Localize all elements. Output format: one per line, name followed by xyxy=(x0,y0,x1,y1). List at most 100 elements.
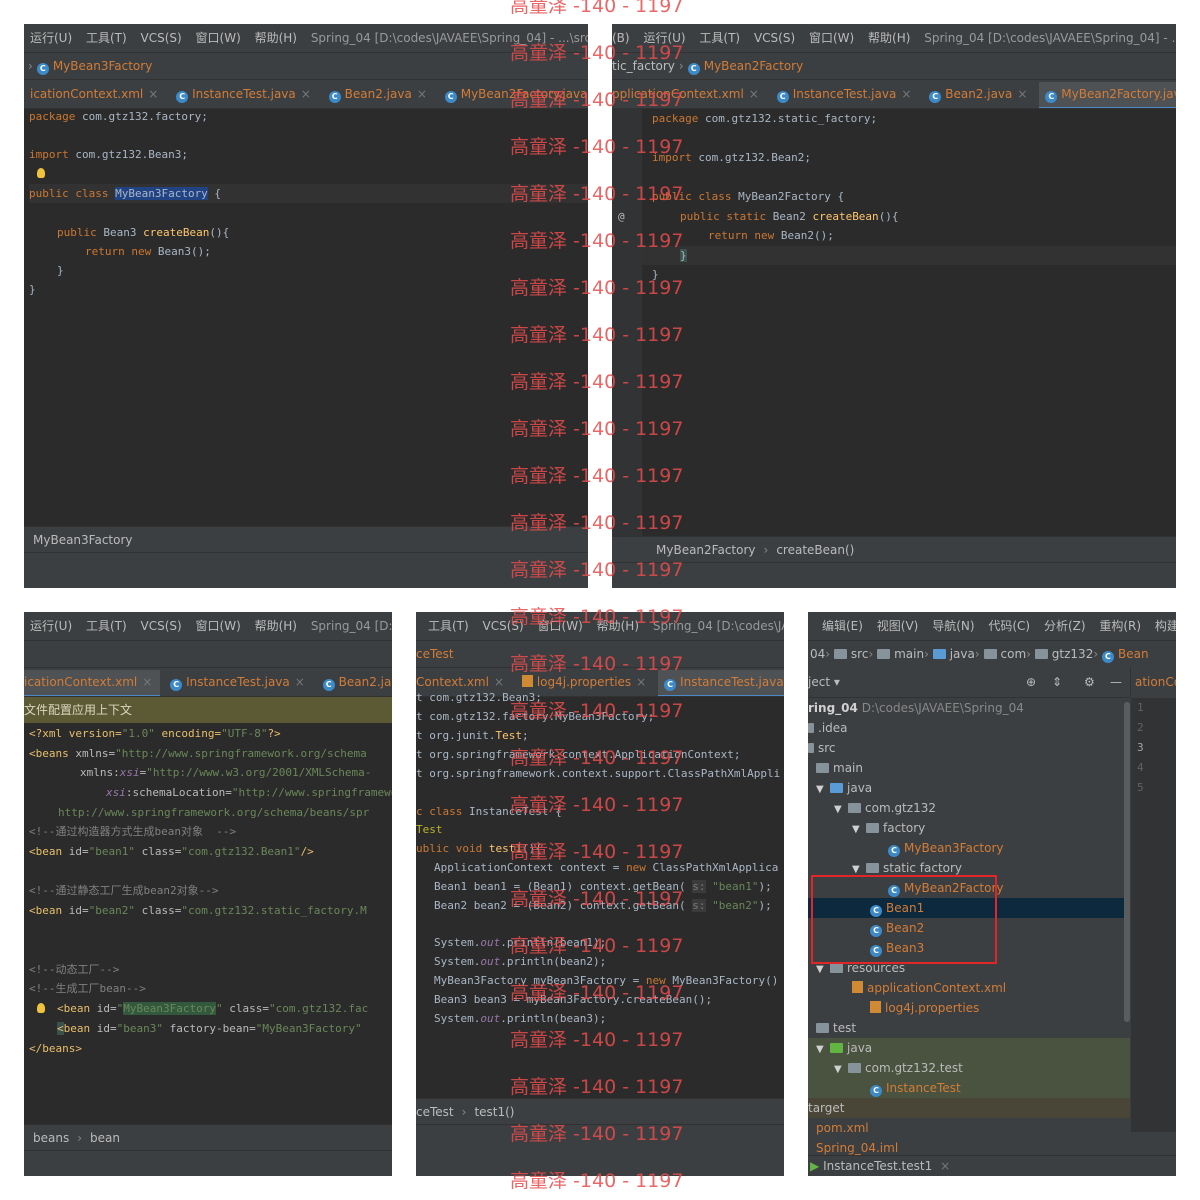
breadcrumb-item[interactable]: 04 xyxy=(810,647,825,661)
breadcrumb-item[interactable]: src xyxy=(851,647,869,661)
tab-bean2[interactable]: C Bean2.java × xyxy=(323,80,435,108)
menu-run[interactable]: 运行(U) xyxy=(30,31,72,45)
menu-help[interactable]: 帮助(H) xyxy=(868,31,910,45)
breadcrumb-item[interactable]: MyBean3Factory xyxy=(53,59,153,73)
menu-help[interactable]: 帮助(H) xyxy=(255,31,297,45)
breadcrumb-tag[interactable]: bean xyxy=(90,1131,120,1145)
close-icon[interactable]: × xyxy=(749,87,759,101)
collapse-icon[interactable]: ⇕ xyxy=(1052,667,1062,697)
breadcrumb-method[interactable]: createBean() xyxy=(776,543,854,557)
project-view-selector[interactable]: ject ▾ xyxy=(808,675,840,689)
breadcrumb-item[interactable]: main xyxy=(894,647,924,661)
breadcrumb-class[interactable]: ceTest xyxy=(416,1105,454,1119)
locate-icon[interactable]: ⊕ xyxy=(1026,667,1036,697)
tree-item-instance-test[interactable]: C InstanceTest xyxy=(808,1078,1130,1098)
menu-vcs[interactable]: VCS(S) xyxy=(483,619,524,633)
menu-tools[interactable]: 工具(T) xyxy=(428,619,469,633)
breadcrumb-tag[interactable]: beans xyxy=(33,1131,69,1145)
tab-instance-test[interactable]: CInstanceTest.java × xyxy=(771,80,920,108)
tab-mybean2factory[interactable]: C MyBean2Factory.java xyxy=(1039,82,1176,108)
menu-edit[interactable]: 编辑(E) xyxy=(822,619,863,633)
minimize-icon[interactable]: — xyxy=(1110,667,1122,697)
tree-item-application-context[interactable]: applicationContext.xml xyxy=(808,978,1130,998)
tab-application-context[interactable]: icationContext.xml × xyxy=(24,670,161,696)
code-editor[interactable]: t com.gtz132.Bean3; t com.gtz132.factory… xyxy=(416,691,784,1124)
tab-bean2[interactable]: CBean2.java xyxy=(317,668,392,696)
close-icon[interactable]: × xyxy=(940,1159,950,1173)
menu-navigate[interactable]: 导航(N) xyxy=(932,619,974,633)
menu-run[interactable]: 运行(U) xyxy=(30,619,72,633)
menu-analyze[interactable]: 分析(Z) xyxy=(1044,619,1086,633)
menu-help[interactable]: 帮助(H) xyxy=(255,619,297,633)
menu-view[interactable]: 视图(V) xyxy=(877,619,919,633)
run-tab[interactable]: InstanceTest.test1 xyxy=(823,1159,932,1173)
expand-arrow-icon[interactable]: ▼ xyxy=(816,1040,826,1058)
tree-item-idea[interactable]: .idea xyxy=(808,718,1130,738)
menu-tools[interactable]: 工具(T) xyxy=(699,31,740,45)
breadcrumb-item[interactable]: gtz132 xyxy=(1052,647,1094,661)
tree-item-src[interactable]: src xyxy=(808,738,1130,758)
tree-item-test[interactable]: test xyxy=(808,1018,1130,1038)
tree-scrollbar[interactable] xyxy=(1124,702,1130,1022)
tree-item-target[interactable]: target xyxy=(808,1098,1130,1118)
code-editor[interactable]: <?xml version="1.0" encoding="UTF-8"?> <… xyxy=(24,723,392,1124)
expand-arrow-icon[interactable]: ▼ xyxy=(834,800,844,818)
tab-instance-test[interactable]: CInstanceTest.java × xyxy=(164,668,313,696)
expand-arrow-icon[interactable]: ▼ xyxy=(816,780,826,798)
tab-bean2[interactable]: C Bean2.java × xyxy=(923,80,1035,108)
breadcrumb-item[interactable]: java xyxy=(950,647,975,661)
close-icon[interactable]: × xyxy=(901,87,911,101)
menu-tools[interactable]: 工具(T) xyxy=(86,619,127,633)
code-editor[interactable]: package com.gtz132.static_factory; impor… xyxy=(612,108,1176,536)
breadcrumb-class[interactable]: MyBean2Factory xyxy=(656,543,756,557)
tree-item-test-java[interactable]: ▼ java xyxy=(808,1038,1130,1058)
close-icon[interactable]: × xyxy=(142,675,152,689)
menu-vcs[interactable]: VCS(S) xyxy=(141,619,182,633)
gear-icon[interactable]: ⚙ xyxy=(1084,667,1095,697)
menu-build[interactable]: 构建(B xyxy=(1155,619,1176,633)
menu-run[interactable]: 运行(U) xyxy=(643,31,685,45)
breadcrumb-item[interactable]: Bean xyxy=(1118,647,1149,661)
close-icon[interactable]: × xyxy=(295,675,305,689)
tree-item-pom[interactable]: pom.xml xyxy=(808,1118,1130,1138)
menu-code[interactable]: 代码(C) xyxy=(988,619,1030,633)
menu-window[interactable]: 窗口(W) xyxy=(196,31,241,45)
menu-window[interactable]: 窗口(W) xyxy=(196,619,241,633)
close-icon[interactable]: × xyxy=(417,87,427,101)
menu-help[interactable]: 帮助(H) xyxy=(597,619,639,633)
menu-window[interactable]: 窗口(W) xyxy=(538,619,583,633)
expand-arrow-icon[interactable]: ▼ xyxy=(852,820,862,838)
close-icon[interactable]: × xyxy=(636,675,646,689)
menu-tools[interactable]: 工具(T) xyxy=(86,31,127,45)
code-editor[interactable]: package com.gtz132.factory; import com.g… xyxy=(24,108,588,536)
tree-item-java[interactable]: ▼ java xyxy=(808,778,1130,798)
breadcrumb-item[interactable]: tic_factory xyxy=(612,59,675,73)
close-icon[interactable]: × xyxy=(494,675,504,689)
lightbulb-icon[interactable] xyxy=(37,165,588,184)
tree-item-test-package[interactable]: ▼ com.gtz132.test xyxy=(808,1058,1130,1078)
close-icon[interactable]: × xyxy=(301,87,311,101)
notification-banner[interactable]: 文件配置应用上下文 xyxy=(24,697,392,723)
tab-application-context[interactable]: pplicationContext.xml × xyxy=(612,80,767,108)
close-icon[interactable]: × xyxy=(148,87,158,101)
breadcrumb-class[interactable]: MyBean3Factory xyxy=(33,533,133,547)
tab-application-context[interactable]: icationContext.xml × xyxy=(24,80,166,108)
tab-mybean2factory[interactable]: C MyBean2Factory.java xyxy=(439,80,588,108)
menu-vcs[interactable]: VCS(S) xyxy=(754,31,795,45)
tree-item-main[interactable]: main xyxy=(808,758,1130,778)
menu-refactor[interactable]: 重构(R) xyxy=(1099,619,1141,633)
menu-vcs[interactable]: VCS(S) xyxy=(141,31,182,45)
tab-instance-test[interactable]: CInstanceTest.java × xyxy=(170,80,319,108)
tree-item-package[interactable]: ▼ com.gtz132 xyxy=(808,798,1130,818)
close-icon[interactable]: × xyxy=(1017,87,1027,101)
menu-window[interactable]: 窗口(W) xyxy=(809,31,854,45)
breadcrumb-method[interactable]: test1() xyxy=(474,1105,514,1119)
breadcrumb-item[interactable]: MyBean2Factory xyxy=(704,59,804,73)
tree-item-factory[interactable]: ▼ factory xyxy=(808,818,1130,838)
tree-item-log4j[interactable]: log4j.properties xyxy=(808,998,1130,1018)
tree-item-mybean3factory[interactable]: C MyBean3Factory xyxy=(808,838,1130,858)
menu-build[interactable]: (B) xyxy=(612,31,630,45)
breadcrumb-item[interactable]: com xyxy=(1001,647,1027,661)
tree-item-project-root[interactable]: ring_04 D:\codes\JAVAEE\Spring_04 xyxy=(808,698,1130,718)
expand-arrow-icon[interactable]: ▼ xyxy=(834,1060,844,1078)
